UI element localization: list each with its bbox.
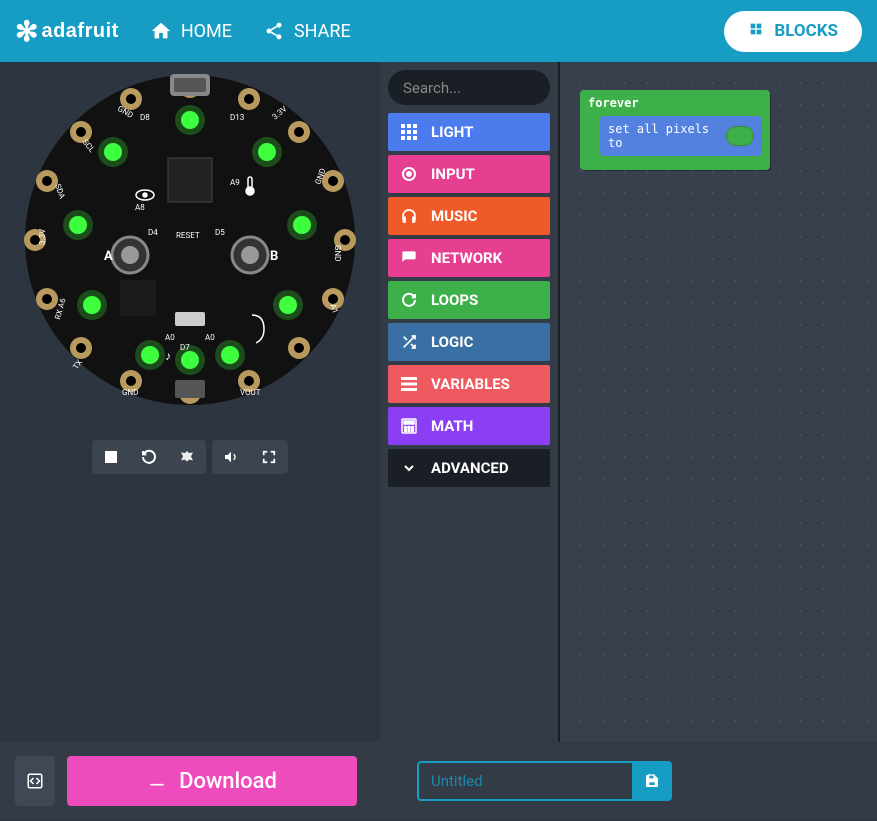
toggle-sim-button[interactable] xyxy=(15,756,55,806)
sim-mute-button[interactable] xyxy=(212,440,250,474)
nav-home[interactable]: HOME xyxy=(149,19,232,43)
svg-text:3.3V: 3.3V xyxy=(38,229,47,245)
project-name-input[interactable] xyxy=(417,761,632,801)
footer: Download xyxy=(0,742,877,820)
home-icon xyxy=(149,19,173,43)
svg-text:D7: D7 xyxy=(180,343,190,352)
shuffle-icon xyxy=(400,333,418,351)
category-input[interactable]: INPUT xyxy=(388,155,550,193)
category-label: ADVANCED xyxy=(431,459,509,477)
download-icon xyxy=(147,768,167,794)
sim-fullscreen-button[interactable] xyxy=(250,440,288,474)
header: ✻ adafruit HOME SHARE BLOCKS xyxy=(0,0,877,62)
svg-text:D5: D5 xyxy=(215,228,225,237)
svg-text:A8: A8 xyxy=(135,203,145,212)
category-label: LIGHT xyxy=(431,123,473,141)
svg-text:D13: D13 xyxy=(230,113,244,122)
svg-text:B: B xyxy=(270,249,278,264)
category-loops[interactable]: LOOPS xyxy=(388,281,550,319)
target-icon xyxy=(400,165,418,183)
block-set-pixels[interactable]: set all pixels to xyxy=(600,116,762,156)
board-simulator[interactable]: A B D8 D13 D4 D5 RESET A9 A8 A0 A0 D7 xyxy=(20,70,360,410)
nav-share[interactable]: SHARE xyxy=(262,19,351,43)
workspace[interactable]: forever set all pixels to xyxy=(560,62,877,742)
svg-text:GND: GND xyxy=(333,245,342,261)
category-variables[interactable]: VARIABLES xyxy=(388,365,550,403)
svg-text:VOUT: VOUT xyxy=(240,388,261,397)
category-light[interactable]: LIGHT xyxy=(388,113,550,151)
category-network[interactable]: NETWORK xyxy=(388,239,550,277)
toolbox-search[interactable] xyxy=(388,70,550,105)
svg-text:A: A xyxy=(104,249,113,264)
toolbox: LIGHT INPUT MUSIC NETWORK LOOPS LOGIC VA… xyxy=(380,62,560,742)
block-forever-label: forever xyxy=(588,96,762,110)
sim-debug-button[interactable] xyxy=(168,440,206,474)
category-label: MATH xyxy=(431,417,473,435)
svg-text:D4: D4 xyxy=(148,228,158,237)
nav-share-label: SHARE xyxy=(294,21,351,42)
nav-home-label: HOME xyxy=(181,21,232,42)
headphones-icon xyxy=(400,207,418,225)
project-name-group xyxy=(417,761,672,801)
svg-text:RESET: RESET xyxy=(176,231,200,240)
svg-text:GND: GND xyxy=(122,388,138,397)
category-label: MUSIC xyxy=(431,207,477,225)
main-area: A B D8 D13 D4 D5 RESET A9 A8 A0 A0 D7 xyxy=(0,62,877,742)
list-icon xyxy=(400,375,418,393)
logo-text: adafruit xyxy=(41,20,118,43)
sim-restart-button[interactable] xyxy=(130,440,168,474)
category-math[interactable]: MATH xyxy=(388,407,550,445)
share-icon xyxy=(262,19,286,43)
svg-text:D8: D8 xyxy=(140,113,150,122)
download-button[interactable]: Download xyxy=(67,756,357,806)
circuit-board-icon: A B D8 D13 D4 D5 RESET A9 A8 A0 A0 D7 xyxy=(20,70,360,410)
chat-icon xyxy=(400,249,418,267)
simulator-controls xyxy=(92,440,288,474)
block-forever[interactable]: forever set all pixels to xyxy=(580,90,770,170)
category-advanced[interactable]: ADVANCED xyxy=(388,449,550,487)
calculator-icon xyxy=(400,417,418,435)
chevron-down-icon xyxy=(400,459,418,477)
redo-icon xyxy=(400,291,418,309)
save-button[interactable] xyxy=(632,761,672,801)
blocks-icon xyxy=(748,21,764,42)
svg-text:A9: A9 xyxy=(230,178,240,187)
download-label: Download xyxy=(179,769,277,794)
category-label: NETWORK xyxy=(431,249,502,267)
svg-text:A0: A0 xyxy=(205,333,215,342)
grid-icon xyxy=(400,123,418,141)
category-logic[interactable]: LOGIC xyxy=(388,323,550,361)
block-set-pixels-label: set all pixels to xyxy=(608,122,720,150)
svg-text:A0: A0 xyxy=(165,333,175,342)
logo-star-icon: ✻ xyxy=(15,15,38,48)
blocks-button[interactable]: BLOCKS xyxy=(724,11,862,52)
category-label: VARIABLES xyxy=(431,375,510,393)
category-label: LOGIC xyxy=(431,333,473,351)
logo[interactable]: ✻ adafruit xyxy=(15,15,119,48)
sim-stop-button[interactable] xyxy=(92,440,130,474)
category-music[interactable]: MUSIC xyxy=(388,197,550,235)
category-label: LOOPS xyxy=(431,291,478,309)
blocks-label: BLOCKS xyxy=(774,21,838,41)
category-label: INPUT xyxy=(431,165,475,183)
color-picker[interactable] xyxy=(726,126,754,146)
simulator-panel: A B D8 D13 D4 D5 RESET A9 A8 A0 A0 D7 xyxy=(0,62,380,742)
svg-text:♪: ♪ xyxy=(165,349,171,363)
